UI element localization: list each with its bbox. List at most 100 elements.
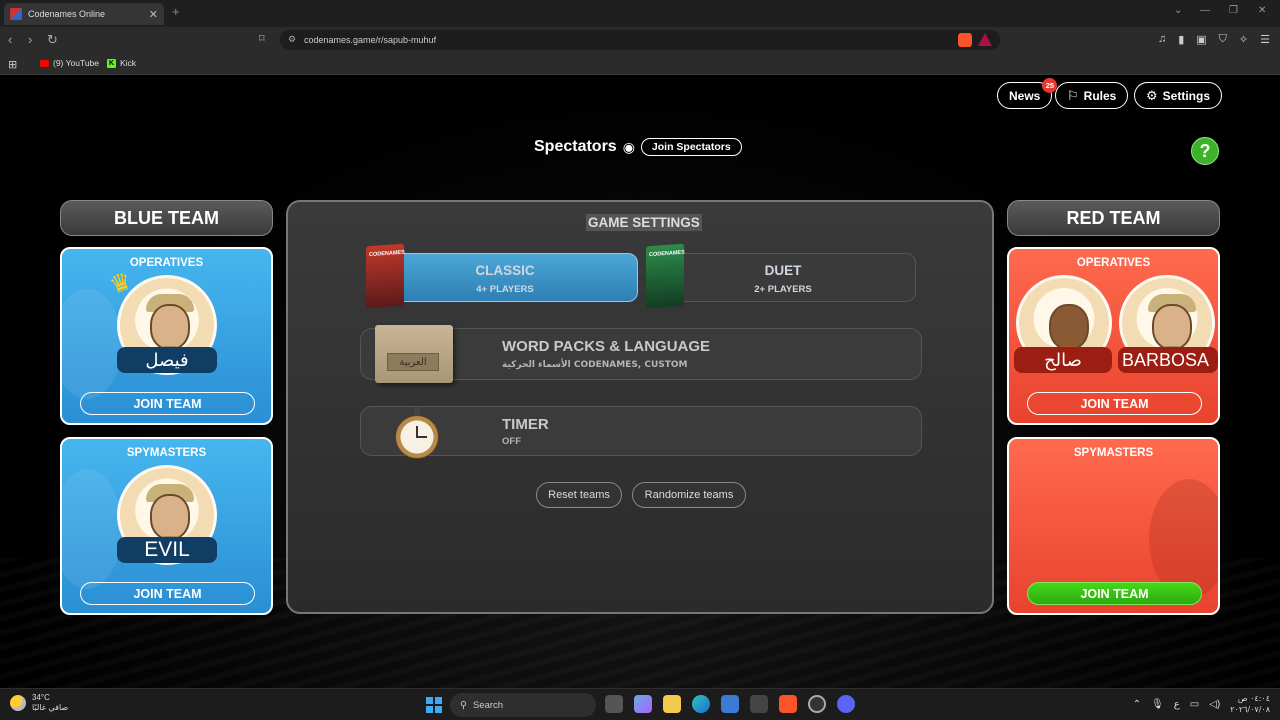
timer-option[interactable]: TIMER OFF [360,406,922,459]
language-indicator[interactable]: ع [1174,699,1180,710]
timer-title: TIMER [502,416,549,433]
leo-icon[interactable]: ✧ [1239,33,1248,46]
rules-label: Rules [1083,88,1117,103]
word-packs-title: WORD PACKS & LANGUAGE [502,338,711,355]
avatar-face [150,304,190,350]
news-label: News [1009,88,1041,103]
microphone-icon[interactable]: 🎙︎ [1151,699,1164,710]
mode-players: 4+ PLAYERS [476,284,534,295]
mode-players: 2+ PLAYERS [754,284,812,295]
classic-box-art: CODENAMES [366,243,405,309]
background-character [62,469,122,589]
blue-team-header: BLUE TEAM [60,200,273,236]
bookmark-label: (9) YouTube [53,58,99,68]
start-icon[interactable] [426,697,442,713]
panel-title: SPYMASTERS [126,447,207,459]
temperature: 34°C [32,693,50,702]
join-red-operatives-button[interactable]: JOIN TEAM [1027,392,1202,415]
network-icon[interactable]: ▭ [1190,699,1199,710]
clock[interactable]: ٠٤:٠٤ ص ٢٠٢٦/٠٧/٠٨ [1230,693,1270,715]
task-view-icon[interactable] [605,695,623,713]
mode-duet[interactable]: DUET 2+ PLAYERS [650,253,916,302]
wallet-icon[interactable]: ▣ [1196,33,1206,46]
tab-codenames[interactable]: Codenames Online ✕ [4,3,164,25]
taskbar-search[interactable]: ⚲ Search [450,693,596,717]
panel-title: OPERATIVES [1076,257,1151,269]
join-blue-spymasters-button[interactable]: JOIN TEAM [80,582,255,605]
join-blue-operatives-button[interactable]: JOIN TEAM [80,392,255,415]
background-character [1149,479,1218,599]
back-icon[interactable]: ‹ [8,32,12,47]
help-button[interactable]: ? [1191,137,1219,165]
mode-name: DUET [764,263,802,278]
gear-icon: ⚙ [1146,87,1158,103]
volume-icon[interactable]: ◁) [1209,699,1220,710]
bookmark-icon[interactable]: ⌑ [259,32,265,45]
search-label: Search [472,699,504,711]
app-icon[interactable] [750,695,768,713]
weather-icon [10,695,26,711]
menu-icon[interactable]: ☰ [1260,33,1270,46]
stopwatch-icon [395,407,439,459]
player-name[interactable]: EVIL [117,537,217,563]
avatar-face [1049,304,1089,350]
windows-taskbar: 34°C صافي غالبًا ⚲ Search ⌃ 🎙︎ ع ▭ ◁) ٠٤… [0,688,1280,720]
tab-search-icon[interactable]: ⌄ [1174,5,1182,16]
sidebar-icon[interactable]: ▮ [1178,33,1184,46]
box-art-label: CODENAMES [649,249,685,259]
player-name[interactable]: صالح [1014,347,1112,373]
panel-title: OPERATIVES [129,257,204,269]
brave-rewards-icon[interactable] [978,33,992,46]
join-red-spymasters-button[interactable]: JOIN TEAM [1027,582,1202,605]
randomize-teams-button[interactable]: Randomize teams [632,482,746,508]
discord-icon[interactable] [837,695,855,713]
vpn-icon[interactable]: ⛉ [1219,33,1227,46]
brave-icon[interactable] [779,695,797,713]
chevron-up-icon[interactable]: ⌃ [1133,699,1141,710]
edge-icon[interactable] [692,695,710,713]
new-tab-icon[interactable]: + [172,4,180,19]
codenames-favicon-icon [10,8,22,20]
weather-description: صافي غالبًا [32,703,69,712]
red-operatives-panel: OPERATIVES صالح BARBOSA JOIN TEAM [1007,247,1220,425]
stopwatch-hand [417,436,427,438]
avatar-face [1152,304,1192,350]
settings-button[interactable]: ⚙ Settings [1134,82,1222,109]
store-icon[interactable] [721,695,739,713]
word-pack-box-art: العربية [375,325,453,383]
spectators-label: Spectators [534,138,617,155]
join-spectators-button[interactable]: Join Spectators [640,138,742,156]
date: ٢٠٢٦/٠٧/٠٨ [1230,705,1270,714]
forward-icon[interactable]: › [28,32,32,47]
red-team-header: RED TEAM [1007,200,1220,236]
word-packs-option[interactable]: العربية WORD PACKS & LANGUAGE الأسماء ال… [360,325,922,383]
player-name[interactable]: فيصل [117,347,217,373]
bookmark-youtube[interactable]: (9) YouTube [40,58,99,68]
bookmark-icon: ⚐ [1067,87,1079,103]
minimize-icon[interactable]: — [1200,5,1210,16]
weather-widget[interactable]: 34°C صافي غالبًا [10,693,68,713]
media-icon[interactable]: ♫ [1158,33,1166,46]
app-icon[interactable] [808,695,826,713]
mode-classic[interactable]: CLASSIC 4+ PLAYERS [372,253,638,302]
site-info-icon[interactable]: ⚙ [288,34,296,45]
browser-toolbar: ♫ ▮ ▣ ⛉ ✧ ☰ [1158,33,1270,46]
reload-icon[interactable]: ↻ [47,32,58,48]
brave-shield-icon[interactable] [958,33,972,47]
apps-grid-icon[interactable]: ⊞ [8,58,17,71]
close-tab-icon[interactable]: ✕ [149,8,158,21]
duet-box-art: CODENAMES [646,243,685,309]
blue-operatives-panel: OPERATIVES ♛ فيصل JOIN TEAM [60,247,273,425]
red-spymasters-panel: SPYMASTERS JOIN TEAM [1007,437,1220,615]
news-button[interactable]: News 25 [997,78,1058,109]
player-name[interactable]: BARBOSA [1118,347,1218,373]
restore-icon[interactable]: ❐ [1229,5,1238,16]
copilot-icon[interactable] [634,695,652,713]
bookmark-kick[interactable]: K Kick [107,58,136,68]
file-explorer-icon[interactable] [663,695,681,713]
reset-teams-button[interactable]: Reset teams [536,482,622,508]
rules-button[interactable]: ⚐ Rules [1055,82,1129,109]
avatar-face [150,494,190,540]
close-window-icon[interactable]: ✕ [1258,5,1266,16]
url-field[interactable]: ⚙ codenames.game/r/sapub-muhuf [280,30,1000,50]
